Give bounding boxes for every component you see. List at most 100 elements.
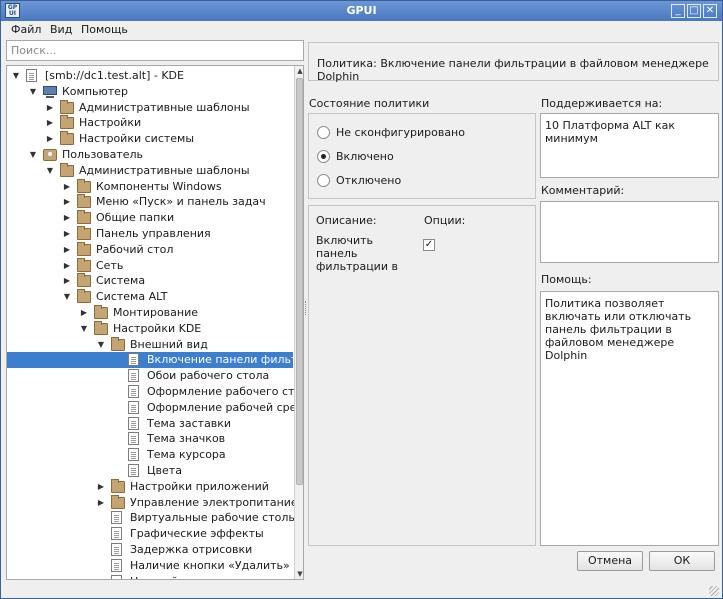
tree-item-label: Виртуальные рабочие столы bbox=[130, 511, 298, 525]
collapse-arrow-icon[interactable]: ▶ bbox=[45, 100, 55, 116]
radio-button[interactable] bbox=[317, 150, 330, 163]
collapse-arrow-icon[interactable]: ▶ bbox=[96, 479, 106, 495]
doc-icon bbox=[26, 69, 37, 82]
expand-arrow-icon[interactable]: ▼ bbox=[62, 289, 72, 305]
tree-item[interactable]: ▼ Система ALT bbox=[7, 289, 293, 305]
tree-item-label: Настройка поискового устр... bbox=[130, 574, 301, 579]
collapse-arrow-icon[interactable]: ▶ bbox=[62, 258, 72, 274]
tree-item[interactable]: ▶ Рабочий стол bbox=[7, 241, 293, 258]
tree-item[interactable]: ▶ Управление электропитанием bbox=[7, 494, 303, 511]
tree-item[interactable]: Оформление рабочей среды bbox=[7, 400, 303, 416]
collapse-arrow-icon[interactable]: ▶ bbox=[45, 131, 55, 147]
folder-icon bbox=[77, 194, 91, 209]
tree-item[interactable]: ▶ Настройки bbox=[7, 115, 293, 131]
minimize-button[interactable]: _ bbox=[671, 4, 685, 18]
option-checkbox[interactable]: ✓ bbox=[423, 239, 435, 251]
tree-item[interactable]: ▼ Внешний вид bbox=[7, 336, 293, 353]
expand-arrow-icon[interactable]: ▼ bbox=[28, 147, 38, 163]
tree-item[interactable]: ▼ Компьютер bbox=[7, 84, 293, 100]
tree-item[interactable]: ▶ Настройки приложений bbox=[7, 478, 293, 495]
tree-item[interactable]: ▶ Меню «Пуск» и панель задач bbox=[7, 194, 293, 210]
tree-item[interactable]: Графические эффекты bbox=[7, 526, 293, 542]
tree-item-label: Монтирование bbox=[113, 306, 199, 319]
doc-icon bbox=[128, 400, 139, 414]
tree-item-label: Система ALT bbox=[96, 290, 168, 304]
tree-item[interactable]: ▶ Панель управления bbox=[7, 226, 293, 242]
policy-state-label: Состояние политики bbox=[309, 97, 430, 110]
cancel-button[interactable]: Отмена bbox=[577, 551, 643, 571]
tree-item[interactable]: ▶ Административные шаблоны bbox=[7, 99, 293, 116]
collapse-arrow-icon[interactable]: ▶ bbox=[62, 194, 72, 210]
expand-arrow-icon[interactable]: ▼ bbox=[96, 337, 106, 353]
tree-item[interactable]: Обои рабочего стола bbox=[7, 368, 293, 384]
tree-item[interactable]: Тема курсора bbox=[7, 447, 293, 463]
tree-item-label: [smb://dc1.test.alt] - KDE bbox=[45, 69, 184, 82]
tree-item-label: Внешний вид bbox=[130, 337, 208, 351]
title-bar[interactable]: GP UI GPUI _ □ ✕ bbox=[1, 1, 722, 21]
tree-item[interactable]: Оформление рабочего стола bbox=[7, 384, 303, 400]
collapse-arrow-icon[interactable]: ▶ bbox=[62, 179, 72, 195]
maximize-button[interactable]: □ bbox=[687, 4, 701, 18]
collapse-arrow-icon[interactable]: ▶ bbox=[62, 273, 72, 289]
expand-arrow-icon[interactable]: ▼ bbox=[79, 321, 89, 337]
tree-item[interactable]: ▼ Пользователь bbox=[7, 147, 293, 163]
tree-item[interactable]: Виртуальные рабочие столы bbox=[7, 510, 297, 526]
tree-item[interactable]: ▶ Настройки системы bbox=[7, 131, 293, 147]
tree-item-label: Пользователь bbox=[62, 148, 144, 161]
tree-item[interactable]: ▼ Настройки KDE bbox=[7, 320, 293, 337]
collapse-arrow-icon[interactable]: ▶ bbox=[45, 115, 55, 131]
folder-icon bbox=[77, 226, 91, 240]
folder-icon bbox=[60, 115, 74, 130]
tree-item[interactable]: ▶ Монтирование bbox=[7, 305, 293, 321]
tree-item[interactable]: ▶ Система bbox=[7, 273, 293, 289]
expand-arrow-icon[interactable]: ▼ bbox=[28, 84, 38, 100]
tree-item[interactable]: Тема заставки bbox=[7, 416, 293, 432]
comment-field[interactable] bbox=[540, 201, 719, 263]
radio-button[interactable] bbox=[317, 174, 330, 187]
menu-bar: Файл Вид Помощь bbox=[1, 21, 722, 39]
close-button[interactable]: ✕ bbox=[703, 4, 717, 18]
menu-help[interactable]: Помощь bbox=[81, 23, 128, 36]
tree-item[interactable]: ▼ Административные шаблоны bbox=[7, 162, 293, 179]
search-input[interactable]: Поиск... bbox=[6, 40, 304, 61]
scrollbar-thumb[interactable] bbox=[296, 78, 303, 485]
tree-item-label: Настройки приложений bbox=[130, 479, 269, 493]
collapse-arrow-icon[interactable]: ▶ bbox=[62, 210, 72, 226]
policy-state-group: Не сконфигурировано Включено Отключено bbox=[308, 113, 536, 199]
radio-button[interactable] bbox=[317, 126, 330, 139]
tree-item[interactable]: Включение панели фильтр... bbox=[7, 352, 303, 369]
expand-arrow-icon[interactable]: ▼ bbox=[45, 163, 55, 179]
collapse-arrow-icon[interactable]: ▶ bbox=[62, 242, 72, 258]
tree-item[interactable]: Тема значков bbox=[7, 431, 293, 447]
collapse-arrow-icon[interactable]: ▶ bbox=[79, 305, 89, 321]
splitter-handle[interactable] bbox=[305, 301, 307, 315]
scroll-down-icon[interactable]: ▼ bbox=[295, 569, 303, 579]
menu-view[interactable]: Вид bbox=[50, 23, 72, 36]
tree-item[interactable]: ▼ [smb://dc1.test.alt] - KDE bbox=[7, 68, 293, 84]
ok-button[interactable]: ОК bbox=[649, 551, 715, 571]
folder-icon bbox=[77, 273, 91, 288]
folder-icon bbox=[60, 162, 74, 177]
expand-arrow-icon[interactable]: ▼ bbox=[11, 68, 21, 84]
tree-item-label: Настройки системы bbox=[79, 132, 195, 146]
scroll-up-icon[interactable]: ▲ bbox=[295, 66, 303, 76]
menu-file[interactable]: Файл bbox=[11, 23, 41, 36]
options-label: Опции: bbox=[424, 214, 466, 227]
tree-item[interactable]: Наличие кнопки «Удалить» в к... bbox=[7, 558, 303, 574]
collapse-arrow-icon[interactable]: ▶ bbox=[62, 226, 72, 242]
tree-item[interactable]: Задержка отрисовки bbox=[7, 542, 293, 558]
tree-item[interactable]: Настройка поискового устр... bbox=[7, 574, 301, 579]
option-text: Включить панель фильтрации в bbox=[316, 234, 398, 273]
policy-tree: ▼ [smb://dc1.test.alt] - KDE ▼ Компьютер ▶ Ад… bbox=[6, 65, 304, 580]
tree-item[interactable]: ▶ Сеть bbox=[7, 257, 293, 274]
folder-icon bbox=[94, 320, 108, 335]
help-field: Политика позволяет включать или отключат… bbox=[540, 291, 719, 546]
tree-item-label: Панель управления bbox=[96, 227, 211, 240]
tree-scrollbar[interactable]: ▲ ▼ bbox=[294, 66, 303, 579]
doc-icon bbox=[111, 558, 122, 572]
collapse-arrow-icon[interactable]: ▶ bbox=[96, 495, 106, 511]
tree-item[interactable]: ▶ Общие папки bbox=[7, 210, 293, 226]
tree-item[interactable]: ▶ Компоненты Windows bbox=[7, 178, 293, 195]
resize-grip-icon[interactable] bbox=[709, 586, 719, 596]
tree-item[interactable]: Цвета bbox=[7, 463, 293, 479]
